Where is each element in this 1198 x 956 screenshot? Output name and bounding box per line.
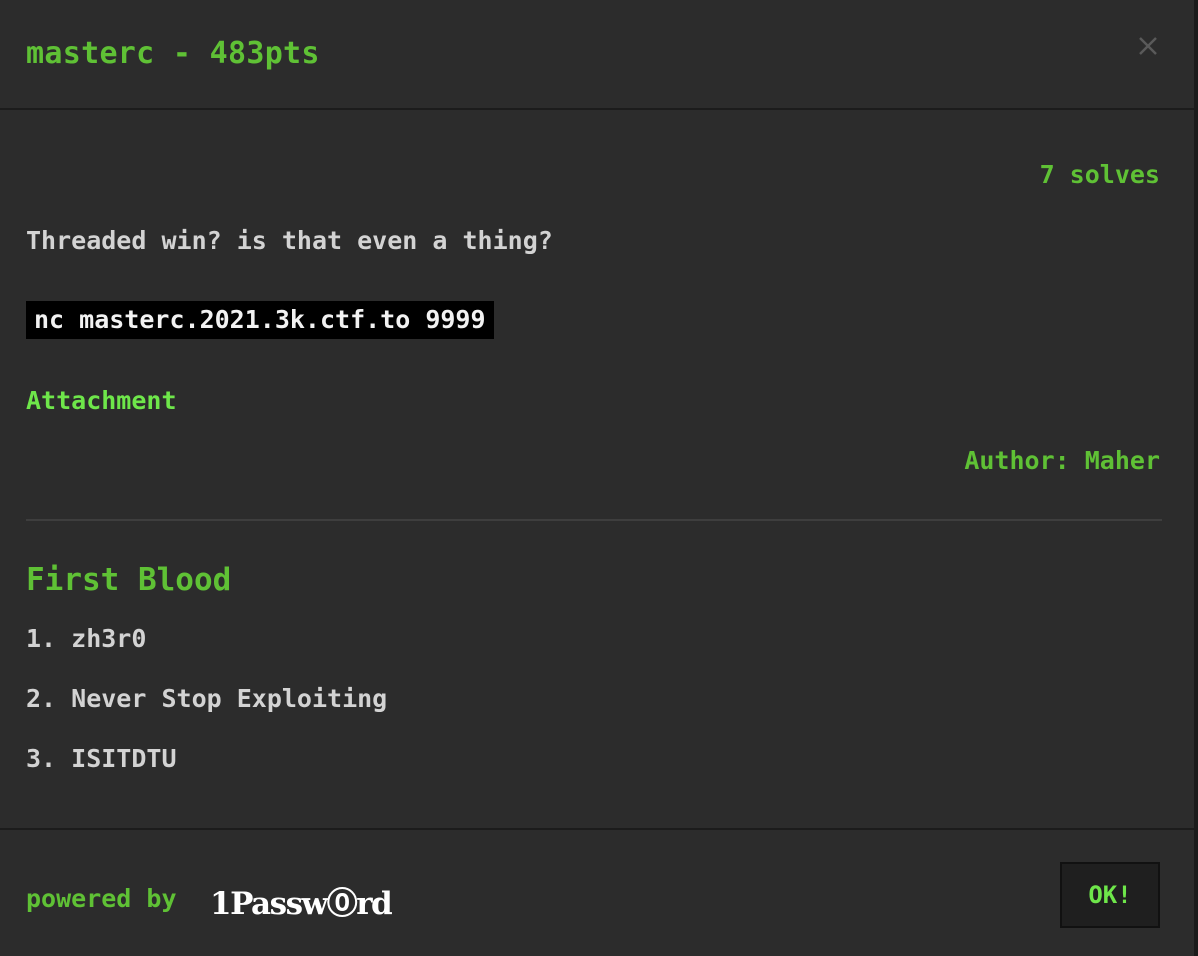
challenge-modal: masterc - 483pts 7 solves Threaded win? … <box>0 0 1198 956</box>
modal-body: 7 solves Threaded win? is that even a th… <box>0 110 1194 828</box>
sponsor-logo: 1Passw⓪rd <box>210 886 393 922</box>
modal-footer: powered by 1Passw⓪rd OK! <box>0 828 1194 956</box>
challenge-title: masterc - 483pts <box>26 36 320 71</box>
challenge-description: Threaded win? is that even a thing? <box>26 226 553 255</box>
first-blood-heading: First Blood <box>26 562 232 598</box>
ok-button[interactable]: OK! <box>1060 862 1160 928</box>
solves-count: 7 solves <box>1039 160 1160 189</box>
modal-header: masterc - 483pts <box>0 0 1194 110</box>
first-blood-entry: 2. Never Stop Exploiting <box>26 684 388 713</box>
divider <box>26 519 1162 521</box>
first-blood-list: 1. zh3r0 2. Never Stop Exploiting 3. ISI… <box>26 624 387 804</box>
attachment-link[interactable]: Attachment <box>26 386 177 415</box>
connection-command: nc masterc.2021.3k.ctf.to 9999 <box>26 301 494 339</box>
close-icon[interactable] <box>1136 34 1160 58</box>
first-blood-entry: 3. ISITDTU <box>26 744 177 773</box>
powered-by-label: powered by <box>26 884 177 913</box>
first-blood-entry: 1. zh3r0 <box>26 624 147 653</box>
challenge-author: Author: Maher <box>964 446 1160 475</box>
